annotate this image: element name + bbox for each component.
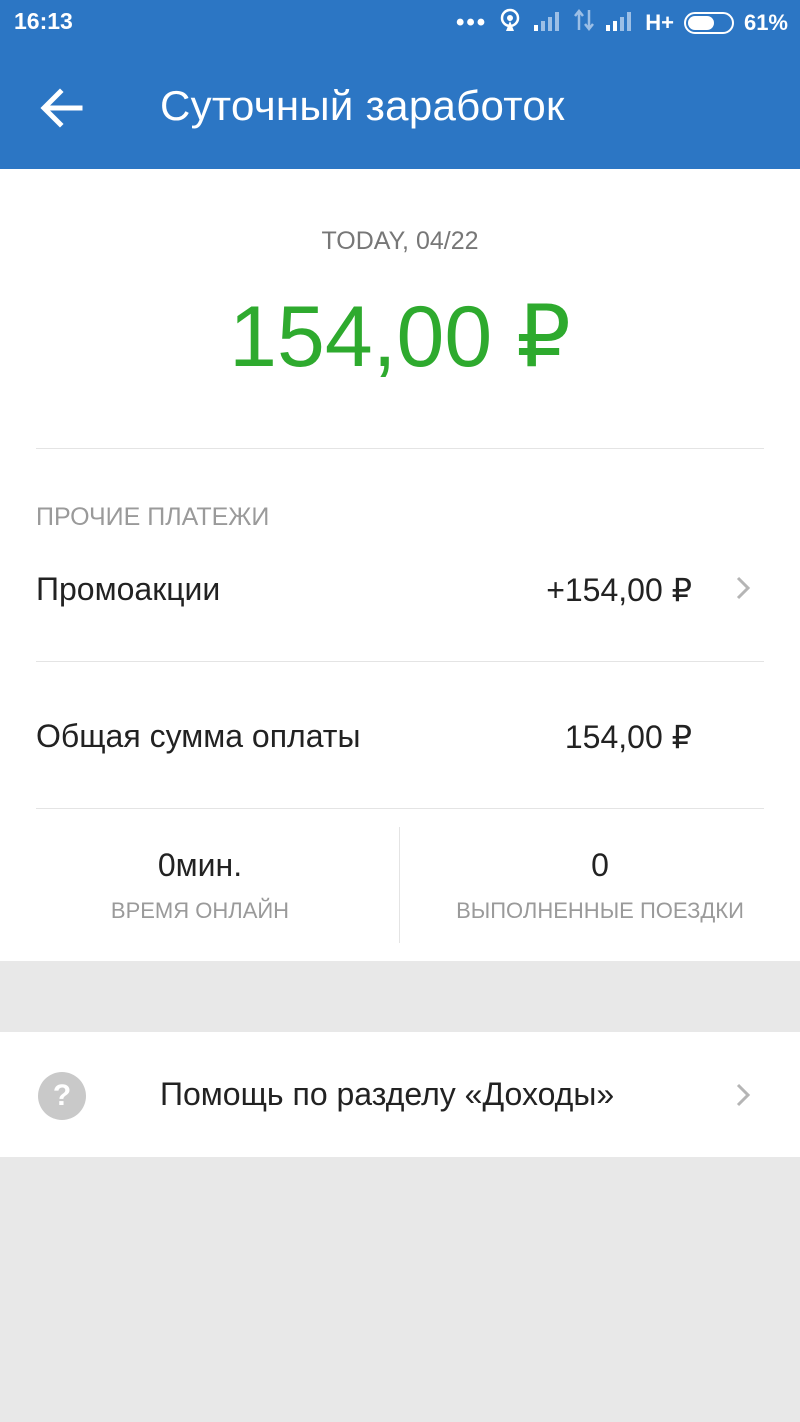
divider [36, 808, 764, 809]
hotspot-icon [497, 7, 523, 39]
help-label: Помощь по разделу «Доходы» [160, 1076, 615, 1112]
network-type: H+ [645, 10, 674, 35]
help-earnings-row[interactable]: ? Помощь по разделу «Доходы» [0, 1032, 800, 1157]
total-payment-value: 154,00 ₽ [564, 719, 692, 755]
battery-icon [683, 12, 734, 34]
status-icons: ••• H+ 61% [456, 8, 788, 38]
battery-percent: 61% [743, 10, 788, 35]
more-dots-icon: ••• [455, 9, 488, 36]
battery-fill [687, 16, 714, 30]
completed-trips-label: ВЫПОЛНЕННЫЕ ПОЕЗДКИ [456, 898, 744, 923]
divider [36, 448, 764, 449]
chevron-right-icon [728, 573, 758, 603]
help-icon: ? [38, 1072, 86, 1120]
divider [36, 661, 764, 662]
promo-label: Промоакции [36, 571, 221, 607]
signal-icon-2 [605, 9, 635, 37]
back-arrow-icon [40, 88, 83, 128]
app-bar: Суточный заработок [0, 46, 800, 169]
total-payment-label: Общая сумма оплаты [36, 718, 361, 754]
online-time-value: 0мин. [157, 847, 243, 883]
status-bar: 16:13 ••• H+ 61% [0, 0, 800, 46]
earnings-card: TODAY, 04/22 154,00 ₽ ПРОЧИЕ ПЛАТЕЖИ Про… [0, 169, 800, 961]
stat-online-time: 0мин. ВРЕМЯ ОНЛАЙН [0, 827, 400, 943]
online-time-label: ВРЕМЯ ОНЛАЙН [110, 898, 290, 923]
promo-row[interactable]: Промоакции +154,00 ₽ [0, 549, 800, 629]
total-payment-row: Общая сумма оплаты 154,00 ₽ [0, 696, 800, 776]
completed-trips-value: 0 [591, 847, 609, 883]
total-earnings: 154,00 ₽ [229, 289, 571, 385]
date-label: TODAY, 04/22 [321, 227, 479, 255]
help-icon-glyph: ? [52, 1079, 72, 1112]
back-button[interactable] [30, 78, 94, 138]
data-transfer-icon [573, 8, 595, 38]
promo-value: +154,00 ₽ [546, 572, 692, 608]
status-time: 16:13 [14, 8, 73, 34]
signal-icon [533, 9, 563, 37]
stat-completed-trips: 0 ВЫПОЛНЕННЫЕ ПОЕЗДКИ [400, 827, 800, 943]
chevron-right-icon [728, 1080, 758, 1110]
section-label-other-payments: ПРОЧИЕ ПЛАТЕЖИ [36, 503, 270, 531]
page-title: Суточный заработок [160, 82, 565, 129]
